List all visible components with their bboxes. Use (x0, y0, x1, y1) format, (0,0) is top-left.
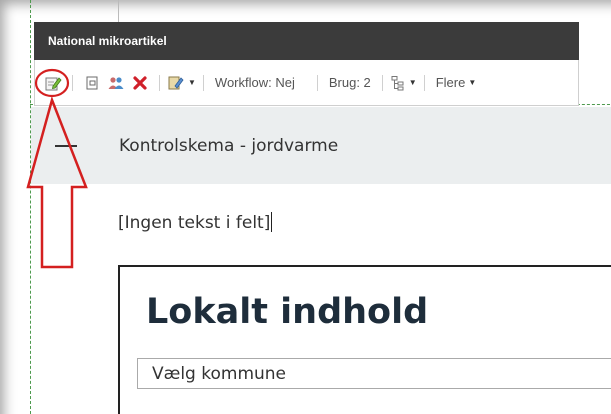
edit-button[interactable] (41, 71, 65, 95)
copy-icon (86, 76, 98, 89)
more-dropdown[interactable]: Flere ▼ (432, 71, 481, 95)
chevron-down-icon: ▼ (188, 78, 196, 87)
chevron-down-icon: ▼ (408, 78, 417, 87)
structure-dropdown[interactable]: ▼ (390, 71, 417, 95)
more-label: Flere (435, 75, 466, 90)
empty-field-text[interactable]: [Ingen tekst i felt] (118, 212, 273, 233)
separator (381, 74, 383, 91)
delete-icon (133, 75, 147, 90)
separator (72, 74, 73, 91)
delete-button[interactable] (128, 71, 152, 95)
ribbon-toolbar: ▼ Workflow: Nej Brug: 2 ▼ Flere ▼ (34, 60, 579, 106)
edit-icon (45, 76, 62, 90)
edit-options-dropdown[interactable]: ▼ (167, 71, 196, 95)
empty-field-value: [Ingen tekst i felt] (118, 213, 271, 233)
local-content-title: Lokalt indhold (146, 292, 429, 332)
chevron-down-icon: ▼ (468, 78, 477, 87)
ribbon-title: National mikroartikel (48, 34, 167, 48)
section-title: Kontrolskema - jordvarme (119, 136, 339, 156)
edit-dropdown-icon (168, 76, 184, 89)
ribbon-header: National mikroartikel (34, 22, 579, 60)
duplicate-button[interactable] (80, 71, 104, 95)
separator (423, 74, 425, 91)
separator (159, 74, 160, 91)
collapse-toggle[interactable] (55, 145, 77, 147)
separator (316, 74, 318, 91)
usage-button[interactable]: Brug: 2 (325, 71, 375, 95)
permissions-button[interactable] (104, 71, 128, 95)
tree-icon (391, 75, 404, 90)
users-icon (108, 76, 124, 89)
workflow-button[interactable]: Workflow: Nej (211, 71, 299, 95)
text-cursor (271, 212, 273, 232)
municipality-select[interactable]: Vælg kommune (137, 358, 611, 389)
separator (202, 74, 204, 91)
local-content-box (118, 265, 611, 414)
